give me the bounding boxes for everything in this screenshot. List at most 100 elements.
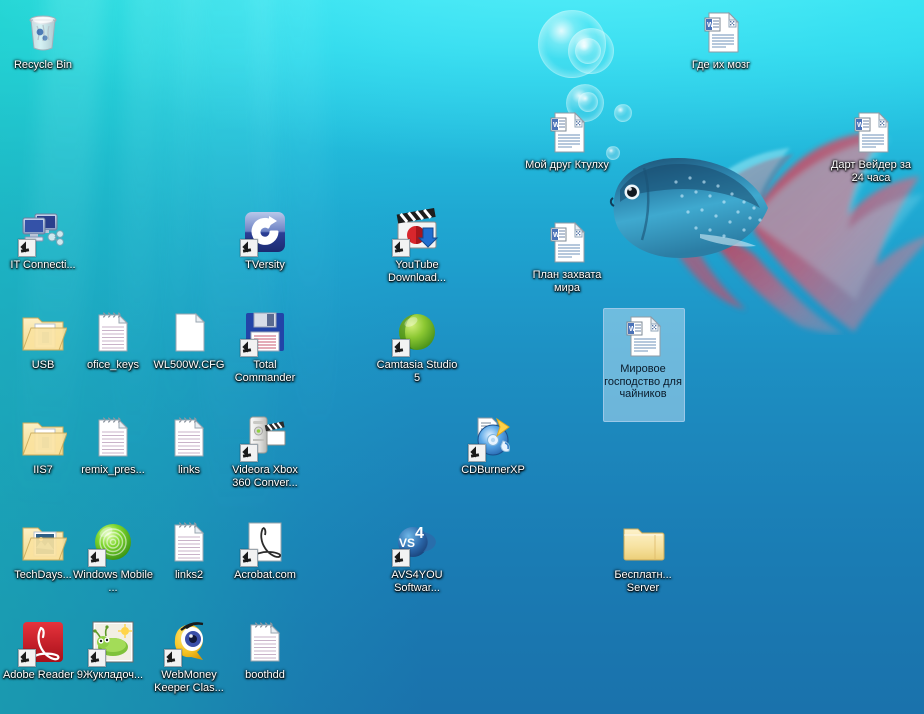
desktop-icon-dart-veyder[interactable]: W Дарт Вейдер за 24 часа xyxy=(828,108,914,184)
shortcut-arrow-icon xyxy=(240,239,258,257)
icon-inner: ofice_keys xyxy=(70,308,156,372)
desktop-icon-webmoney-keeper[interactable]: WebMoney Keeper Clas... xyxy=(146,618,232,694)
floppy-icon xyxy=(241,308,289,356)
icon-inner: Recycle Bin xyxy=(0,8,86,72)
shortcut-arrow-icon xyxy=(240,549,258,567)
icon-inner: WebMoney Keeper Clas... xyxy=(146,618,232,694)
desktop-icon-youtube-downloader[interactable]: YouTube Download... xyxy=(374,208,460,284)
desktop-icon-label: WebMoney Keeper Clas... xyxy=(146,669,232,694)
desktop-icon-remix-pres[interactable]: remix_pres... xyxy=(70,413,156,477)
icon-inner: VS 4 AVS4YOU Softwar... xyxy=(374,518,460,594)
shortcut-arrow-icon xyxy=(18,239,36,257)
svg-text:W: W xyxy=(857,122,864,129)
blank-file-icon xyxy=(165,308,213,356)
desktop-root[interactable]: Recycle Bin IT Connecti... TVersity YouT… xyxy=(0,0,924,714)
icon-inner: remix_pres... xyxy=(70,413,156,477)
shortcut-arrow-icon xyxy=(392,339,410,357)
acrobat-doc-icon xyxy=(241,518,289,566)
acrobat-icon xyxy=(19,618,67,666)
desktop-icon-cdburnerxp[interactable]: CDBurnerXP xyxy=(450,413,536,477)
desktop-icon-wl500w-cfg[interactable]: WL500W.CFG xyxy=(146,308,232,372)
desktop-icon-label: Мой друг Ктулху xyxy=(524,159,610,172)
desktop-icon-boothdd[interactable]: boothdd xyxy=(222,618,308,682)
desktop-icon-label: ofice_keys xyxy=(70,359,156,372)
desktop-icon-label: Videora Xbox 360 Conver... xyxy=(222,464,308,489)
shortcut-arrow-icon xyxy=(240,444,258,462)
svg-text:W: W xyxy=(629,326,636,333)
word-doc-icon: W xyxy=(619,312,667,360)
shortcut-arrow-icon xyxy=(164,649,182,667)
desktop-icon-zhukladoch[interactable]: Жукладоч... xyxy=(70,618,156,682)
notepad-icon xyxy=(165,518,213,566)
desktop-icon-ofice-keys[interactable]: ofice_keys xyxy=(70,308,156,372)
camtasia-icon xyxy=(393,308,441,356)
svg-text:4: 4 xyxy=(415,525,424,542)
desktop-icon-label: boothdd xyxy=(222,669,308,682)
shortcut-arrow-icon xyxy=(88,649,106,667)
icon-inner: CDBurnerXP xyxy=(450,413,536,477)
bugpic-icon xyxy=(89,618,137,666)
desktop-icon-total-commander[interactable]: Total Commander xyxy=(222,308,308,384)
icon-inner: TVersity xyxy=(222,208,308,272)
recycle-bin-icon xyxy=(19,8,67,56)
folder-icon xyxy=(619,518,667,566)
shortcut-arrow-icon xyxy=(18,649,36,667)
icon-inner: W Мой друг Ктулху xyxy=(524,108,610,172)
desktop-icon-label: Total Commander xyxy=(222,359,308,384)
desktop-icon-recycle-bin[interactable]: Recycle Bin xyxy=(0,8,86,72)
icon-inner: Camtasia Studio 5 xyxy=(374,308,460,384)
shortcut-arrow-icon xyxy=(240,339,258,357)
desktop-icon-plan-zahvata-mira[interactable]: W План захвата мира xyxy=(524,218,610,294)
desktop-icon-label: IT Connecti... xyxy=(0,259,86,272)
icon-inner: Videora Xbox 360 Conver... xyxy=(222,413,308,489)
folder-open-icon xyxy=(19,413,67,461)
bubble xyxy=(575,38,601,64)
icon-inner: W Где их мозг xyxy=(678,8,764,72)
word-doc-icon: W xyxy=(543,218,591,266)
desktop-icon-besplatn-server[interactable]: Бесплатн... Server xyxy=(600,518,686,594)
icon-inner: W План захвата мира xyxy=(524,218,610,294)
desktop-icon-mirovoe-gospodstvo[interactable]: W Мировое господство для чайников xyxy=(600,312,686,401)
desktop-icon-label: Мировое господство для чайников xyxy=(600,363,686,401)
desktop-icon-label: Дарт Вейдер за 24 часа xyxy=(828,159,914,184)
desktop-icon-label: Recycle Bin xyxy=(0,59,86,72)
word-doc-icon: W xyxy=(543,108,591,156)
desktop-icon-links[interactable]: links xyxy=(146,413,232,477)
avs4you-icon: VS 4 xyxy=(393,518,441,566)
folder-pic-icon xyxy=(19,518,67,566)
desktop-icon-camtasia-studio-5[interactable]: Camtasia Studio 5 xyxy=(374,308,460,384)
desktop-icon-avs4you[interactable]: VS 4 AVS4YOU Softwar... xyxy=(374,518,460,594)
desktop-icon-windows-mobile[interactable]: Windows Mobile ... xyxy=(70,518,156,594)
desktop-icon-tversity[interactable]: TVersity xyxy=(222,208,308,272)
desktop-icon-label: AVS4YOU Softwar... xyxy=(374,569,460,594)
desktop-icon-links2[interactable]: links2 xyxy=(146,518,232,582)
desktop-icon-label: Жукладоч... xyxy=(70,669,156,682)
icon-inner: W Мировое господство для чайников xyxy=(600,312,686,401)
desktop-icon-label: WL500W.CFG xyxy=(146,359,232,372)
desktop-icon-label: YouTube Download... xyxy=(374,259,460,284)
desktop-icon-it-connecting[interactable]: IT Connecti... xyxy=(0,208,86,272)
svg-text:W: W xyxy=(707,22,714,29)
desktop-icon-acrobat-com[interactable]: Acrobat.com xyxy=(222,518,308,582)
webmoney-icon xyxy=(165,618,213,666)
shortcut-arrow-icon xyxy=(392,549,410,567)
greendisc-icon xyxy=(89,518,137,566)
desktop-icon-label: TVersity xyxy=(222,259,308,272)
icon-inner: WL500W.CFG xyxy=(146,308,232,372)
folder-open-icon xyxy=(19,308,67,356)
notepad-icon xyxy=(89,413,137,461)
xbox-icon xyxy=(241,413,289,461)
svg-text:W: W xyxy=(553,122,560,129)
icon-inner: Бесплатн... Server xyxy=(600,518,686,594)
icon-inner: Жукладоч... xyxy=(70,618,156,682)
icon-inner: boothdd xyxy=(222,618,308,682)
icon-inner: Acrobat.com xyxy=(222,518,308,582)
icon-inner: YouTube Download... xyxy=(374,208,460,284)
icon-inner: links2 xyxy=(146,518,232,582)
tversity-icon xyxy=(241,208,289,256)
desktop-icon-videora-xbox-360[interactable]: Videora Xbox 360 Conver... xyxy=(222,413,308,489)
desktop-icon-moy-drug-ktulhu[interactable]: W Мой друг Ктулху xyxy=(524,108,610,172)
desktop-icon-label: Acrobat.com xyxy=(222,569,308,582)
desktop-icon-gde-ih-mozg[interactable]: W Где их мозг xyxy=(678,8,764,72)
desktop-icon-label: remix_pres... xyxy=(70,464,156,477)
